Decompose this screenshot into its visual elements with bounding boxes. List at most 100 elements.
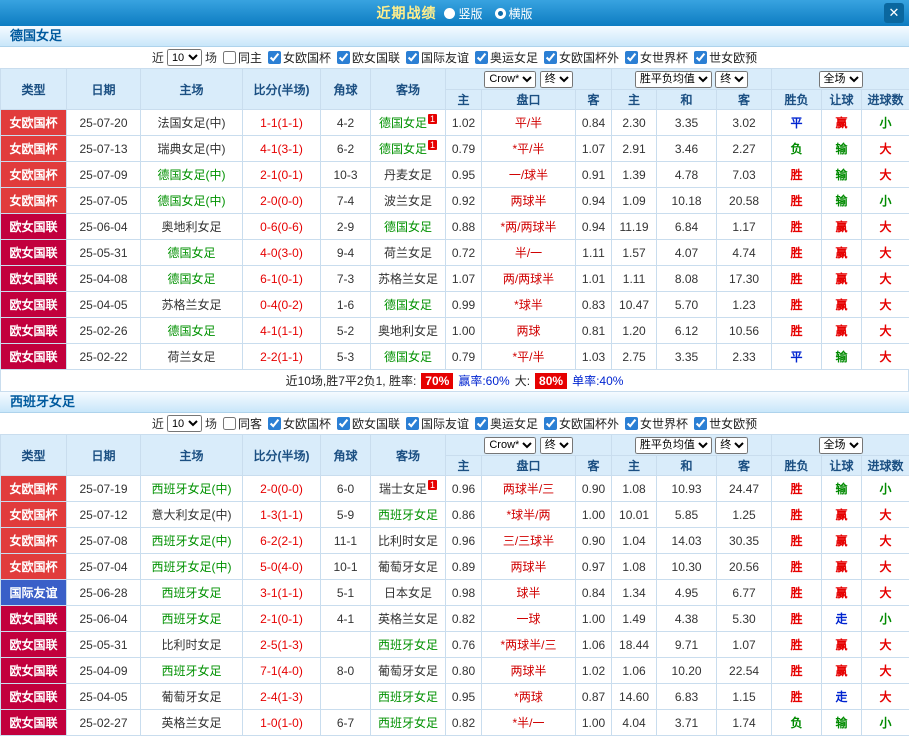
checkbox-icon[interactable] bbox=[406, 51, 419, 64]
scope-select[interactable]: 全场 bbox=[818, 436, 863, 454]
odds-stage-select[interactable]: 终 bbox=[539, 436, 573, 454]
team-name[interactable]: 苏格兰女足 bbox=[378, 272, 438, 286]
checkbox-icon[interactable] bbox=[544, 51, 558, 64]
team-name[interactable]: 比利时女足 bbox=[378, 534, 438, 548]
section-germany: 德国女足 近 10 场同主 女欧国杯 欧女国联 国际友谊 奥运女足 女欧国杯外 女世界杯 世女欧预… bbox=[0, 26, 909, 392]
team-name[interactable]: 日本女足 bbox=[384, 586, 432, 600]
team-name[interactable]: 西班牙女足(中) bbox=[152, 534, 232, 548]
checkbox-icon[interactable] bbox=[267, 417, 281, 430]
asian-handicap: *球半/两 bbox=[481, 501, 576, 528]
layout-radio-横版[interactable]: 横版 bbox=[494, 5, 533, 22]
checkbox-icon[interactable] bbox=[475, 51, 489, 64]
filter-checkbox-女欧国杯[interactable]: 女欧国杯 bbox=[267, 415, 331, 432]
checkbox-icon[interactable] bbox=[625, 51, 639, 64]
checkbox-icon[interactable] bbox=[336, 417, 350, 430]
team-name[interactable]: 意大利女足(中) bbox=[152, 508, 232, 522]
team-name[interactable]: 西班牙女足(中) bbox=[152, 482, 232, 496]
checkbox-icon[interactable] bbox=[475, 417, 489, 430]
avg-stage-select[interactable]: 终 bbox=[715, 70, 749, 88]
checkbox-icon[interactable] bbox=[694, 51, 708, 64]
checkbox-icon[interactable] bbox=[406, 417, 419, 430]
team-name[interactable]: 英格兰女足 bbox=[161, 716, 221, 730]
team-name[interactable]: 瑞士女足 bbox=[379, 482, 427, 496]
odds-stage-select[interactable]: 终 bbox=[539, 70, 573, 88]
filter-checkbox-同客[interactable]: 同客 bbox=[222, 415, 262, 432]
checkbox-icon[interactable] bbox=[222, 51, 236, 64]
filter-checkbox-奥运女足[interactable]: 奥运女足 bbox=[475, 49, 538, 66]
home-team-cell: 西班牙女足 bbox=[140, 579, 243, 606]
team-name[interactable]: 丹麦女足 bbox=[384, 168, 432, 182]
checkbox-icon[interactable] bbox=[694, 417, 708, 430]
goals-result: 小 bbox=[861, 605, 909, 632]
team-name[interactable]: 德国女足 bbox=[379, 116, 427, 130]
team-name[interactable]: 波兰女足 bbox=[384, 194, 432, 208]
filter-checkbox-世女欧预[interactable]: 世女欧预 bbox=[694, 415, 757, 432]
team-name[interactable]: 德国女足 bbox=[167, 324, 215, 338]
filter-checkbox-女世界杯[interactable]: 女世界杯 bbox=[625, 49, 688, 66]
team-name[interactable]: 葡萄牙女足 bbox=[161, 690, 221, 704]
bookmaker-select[interactable]: Crow* bbox=[484, 70, 537, 88]
filter-checkbox-世女欧预[interactable]: 世女欧预 bbox=[694, 49, 757, 66]
team-name[interactable]: 西班牙女足 bbox=[378, 508, 438, 522]
asian-handicap: 三/三球半 bbox=[481, 527, 576, 554]
team-name[interactable]: 英格兰女足 bbox=[378, 612, 438, 626]
checkbox-icon[interactable] bbox=[222, 417, 236, 430]
filter-checkbox-国际友谊[interactable]: 国际友谊 bbox=[406, 49, 469, 66]
filter-checkbox-女欧国杯外[interactable]: 女欧国杯外 bbox=[544, 415, 619, 432]
filter-checkbox-欧女国联[interactable]: 欧女国联 bbox=[336, 415, 400, 432]
team-name[interactable]: 法国女足(中) bbox=[158, 116, 226, 130]
team-name[interactable]: 德国女足(中) bbox=[158, 194, 226, 208]
filter-checkbox-奥运女足[interactable]: 奥运女足 bbox=[475, 415, 538, 432]
team-name[interactable]: 西班牙女足 bbox=[161, 664, 221, 678]
checkbox-icon[interactable] bbox=[544, 417, 558, 430]
team-name[interactable]: 德国女足 bbox=[384, 220, 432, 234]
team-name[interactable]: 德国女足 bbox=[167, 272, 215, 286]
scope-select[interactable]: 全场 bbox=[818, 70, 863, 88]
team-name[interactable]: 德国女足(中) bbox=[158, 168, 226, 182]
team-name[interactable]: 西班牙女足(中) bbox=[152, 560, 232, 574]
team-name[interactable]: 德国女足 bbox=[379, 142, 427, 156]
layout-radio-竖版[interactable]: 竖版 bbox=[444, 5, 483, 22]
handicap-result: 赢 bbox=[821, 501, 863, 528]
win-odds: 1.11 bbox=[611, 265, 658, 292]
home-team-cell: 意大利女足(中) bbox=[140, 501, 243, 528]
filter-checkbox-女欧国杯外[interactable]: 女欧国杯外 bbox=[544, 49, 619, 66]
filter-checkbox-国际友谊[interactable]: 国际友谊 bbox=[406, 415, 469, 432]
section-title: 德国女足 bbox=[0, 26, 909, 47]
avg-stage-select[interactable]: 终 bbox=[715, 436, 749, 454]
team-name[interactable]: 苏格兰女足 bbox=[161, 298, 221, 312]
team-name[interactable]: 德国女足 bbox=[384, 350, 432, 364]
handicap-result: 赢 bbox=[821, 317, 863, 344]
team-name[interactable]: 西班牙女足 bbox=[161, 612, 221, 626]
team-name[interactable]: 葡萄牙女足 bbox=[378, 560, 438, 574]
team-name[interactable]: 西班牙女足 bbox=[161, 586, 221, 600]
close-icon[interactable]: ✕ bbox=[884, 3, 904, 23]
team-name[interactable]: 德国女足 bbox=[384, 298, 432, 312]
team-name[interactable]: 荷兰女足 bbox=[167, 350, 215, 364]
team-name[interactable]: 瑞典女足(中) bbox=[158, 142, 226, 156]
checkbox-icon[interactable] bbox=[336, 51, 350, 64]
team-name[interactable]: 西班牙女足 bbox=[378, 638, 438, 652]
away-team-cell: 丹麦女足 bbox=[370, 161, 446, 188]
team-name[interactable]: 西班牙女足 bbox=[378, 690, 438, 704]
team-name[interactable]: 葡萄牙女足 bbox=[378, 664, 438, 678]
filter-checkbox-女欧国杯[interactable]: 女欧国杯 bbox=[267, 49, 331, 66]
checkbox-icon[interactable] bbox=[625, 417, 639, 430]
avg-odds-select[interactable]: 胜平负均值 bbox=[634, 70, 712, 88]
team-name[interactable]: 奥地利女足 bbox=[378, 324, 438, 338]
recent-count-select[interactable]: 10 bbox=[166, 49, 202, 66]
bookmaker-select[interactable]: Crow* bbox=[484, 436, 537, 454]
recent-count-select[interactable]: 10 bbox=[166, 415, 202, 432]
filter-checkbox-欧女国联[interactable]: 欧女国联 bbox=[336, 49, 400, 66]
draw-odds: 4.07 bbox=[656, 239, 718, 266]
team-name[interactable]: 西班牙女足 bbox=[378, 716, 438, 730]
team-name[interactable]: 奥地利女足 bbox=[161, 220, 221, 234]
avg-odds-select[interactable]: 胜平负均值 bbox=[634, 436, 712, 454]
team-name[interactable]: 荷兰女足 bbox=[384, 246, 432, 260]
team-name[interactable]: 德国女足 bbox=[167, 246, 215, 260]
checkbox-icon[interactable] bbox=[267, 51, 281, 64]
team-name[interactable]: 比利时女足 bbox=[161, 638, 221, 652]
filter-checkbox-同主[interactable]: 同主 bbox=[222, 49, 262, 66]
filter-checkbox-女世界杯[interactable]: 女世界杯 bbox=[625, 415, 688, 432]
score: 2-4(1-3) bbox=[242, 683, 321, 710]
